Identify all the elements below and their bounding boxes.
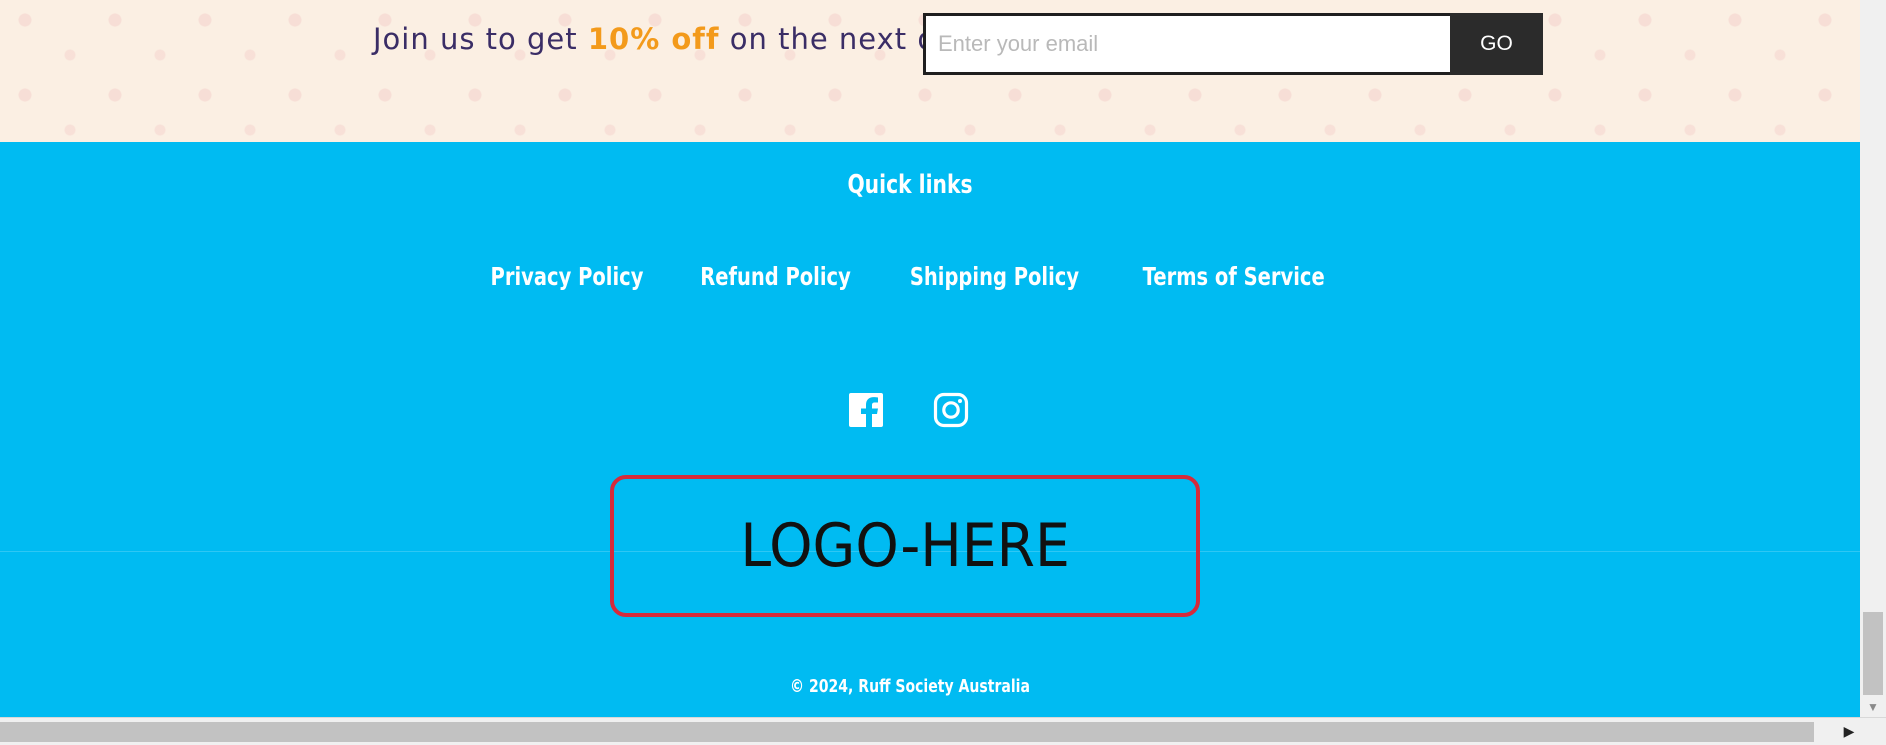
instagram-icon[interactable]	[933, 392, 969, 428]
newsletter-form: GO	[923, 13, 1543, 75]
email-input[interactable]	[923, 13, 1450, 75]
social-links	[848, 392, 969, 428]
shipping-policy-link[interactable]: Shipping Policy	[910, 262, 1079, 291]
terms-of-service-link[interactable]: Terms of Service	[1143, 262, 1325, 291]
facebook-icon[interactable]	[848, 392, 884, 428]
horizontal-scrollbar-thumb[interactable]	[0, 722, 1814, 742]
quick-links-nav: Privacy Policy Refund Policy Shipping Po…	[0, 262, 1820, 291]
quick-links-heading: Quick links	[847, 170, 973, 200]
logo-text: LOGO-HERE	[740, 511, 1070, 581]
footer-logo-placeholder: LOGO-HERE	[610, 475, 1200, 617]
vertical-scrollbar[interactable]: ▼	[1860, 0, 1886, 717]
site-footer: Quick links Privacy Policy Refund Policy…	[0, 142, 1860, 717]
newsletter-promo-text: Join us to get 10% off on the next order	[373, 22, 1000, 56]
refund-policy-link[interactable]: Refund Policy	[701, 262, 852, 291]
copyright-text: © 2024, Ruff Society Australia	[790, 676, 1030, 697]
newsletter-text-before: Join us to get	[373, 22, 578, 56]
scroll-right-arrow-icon[interactable]: ▶	[1836, 718, 1862, 745]
scroll-down-arrow-icon[interactable]: ▼	[1860, 697, 1886, 717]
newsletter-section: Join us to get 10% off on the next order…	[0, 0, 1860, 142]
privacy-policy-link[interactable]: Privacy Policy	[491, 262, 644, 291]
go-button[interactable]: GO	[1450, 13, 1543, 75]
horizontal-scrollbar[interactable]: ▶	[0, 717, 1886, 745]
newsletter-discount-highlight: 10% off	[587, 22, 720, 56]
vertical-scrollbar-thumb[interactable]	[1863, 612, 1883, 695]
